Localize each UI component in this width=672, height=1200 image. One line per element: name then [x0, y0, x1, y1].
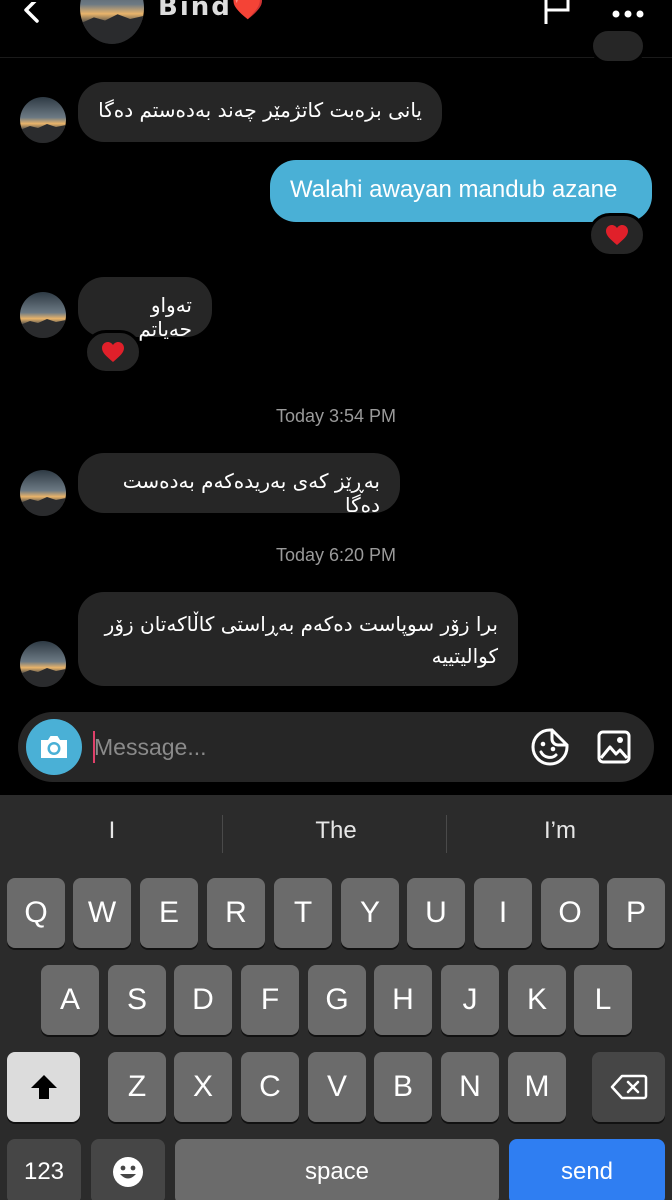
key[interactable]: U [407, 878, 465, 948]
camera-icon [41, 736, 67, 758]
message-composer [18, 712, 654, 782]
message-text: بەڕێز کەی بەریدەکەم بەدەست دەگا [122, 469, 380, 517]
heart-icon [605, 224, 629, 246]
avatar[interactable] [20, 641, 66, 687]
key[interactable]: B [374, 1052, 432, 1122]
gallery-icon[interactable] [596, 729, 632, 765]
message-text: یانی بزەبت کاتژمێر چەند بەدەستم دەگا [98, 98, 422, 122]
avatar[interactable] [20, 97, 66, 143]
contact-name-emoji: ❤️ [231, 0, 267, 22]
incoming-message[interactable]: برا زۆر سوپاست دەکەم بەڕاستی کاڵاکەتان ز… [78, 592, 518, 686]
key[interactable]: W [73, 878, 131, 948]
message-text: Walahi awayan mandub azane [290, 176, 618, 203]
suggestion-divider [222, 815, 223, 853]
key[interactable]: Q [7, 878, 65, 948]
key[interactable]: V [308, 1052, 366, 1122]
on-screen-keyboard: I The I’m Q W E R T Y U I O P A S D F G … [0, 795, 672, 1200]
chat-header: Bind❤️ [0, 0, 672, 58]
header-avatar[interactable] [80, 0, 144, 44]
chevron-left-icon[interactable] [20, 2, 50, 32]
backspace-icon [610, 1074, 647, 1100]
send-key[interactable]: send [509, 1139, 665, 1200]
incoming-message[interactable]: یانی بزەبت کاتژمێر چەند بەدەستم دەگا [78, 82, 442, 142]
suggestion-bar: I The I’m [0, 795, 672, 869]
message-input[interactable] [94, 726, 514, 768]
flag-icon[interactable] [540, 0, 576, 36]
key[interactable]: M [508, 1052, 566, 1122]
contact-name[interactable]: Bind❤️ [158, 0, 266, 22]
sticker-icon[interactable] [530, 727, 570, 767]
key[interactable]: A [41, 965, 99, 1035]
more-dots-icon[interactable] [610, 4, 646, 24]
key[interactable]: N [441, 1052, 499, 1122]
suggestion[interactable]: I’m [448, 817, 672, 845]
key[interactable]: X [174, 1052, 232, 1122]
key[interactable]: S [108, 965, 166, 1035]
key[interactable]: R [207, 878, 265, 948]
backspace-key[interactable] [592, 1052, 665, 1122]
incoming-message[interactable]: تەواو حەیاتم [78, 277, 212, 341]
heart-reaction[interactable] [84, 330, 142, 374]
numbers-key[interactable]: 123 [7, 1139, 81, 1200]
key[interactable]: L [574, 965, 632, 1035]
key[interactable]: G [308, 965, 366, 1035]
message-text: برا زۆر سوپاست دەکەم بەڕاستی کاڵاکەتان ز… [104, 612, 498, 668]
emoji-icon [113, 1157, 143, 1187]
camera-button[interactable] [26, 719, 82, 775]
key[interactable]: P [607, 878, 665, 948]
key[interactable]: Z [108, 1052, 166, 1122]
key[interactable]: I [474, 878, 532, 948]
key[interactable]: C [241, 1052, 299, 1122]
key[interactable]: O [541, 878, 599, 948]
emoji-key[interactable] [91, 1139, 165, 1200]
contact-name-text: Bind [158, 0, 232, 22]
key[interactable]: E [140, 878, 198, 948]
incoming-message[interactable]: بەڕێز کەی بەریدەکەم بەدەست دەگا [78, 453, 400, 517]
avatar[interactable] [20, 470, 66, 516]
heart-icon [101, 341, 125, 363]
key[interactable]: F [241, 965, 299, 1035]
suggestion[interactable]: I [0, 817, 224, 845]
key[interactable]: D [174, 965, 232, 1035]
message-text: تەواو حەیاتم [138, 293, 192, 341]
key[interactable]: T [274, 878, 332, 948]
key[interactable]: J [441, 965, 499, 1035]
timestamp: Today 3:54 PM [275, 406, 397, 426]
space-key[interactable]: space [175, 1139, 499, 1200]
outgoing-message[interactable]: Walahi awayan mandub azane [270, 160, 652, 222]
key[interactable]: K [508, 965, 566, 1035]
timestamp: Today 6:20 PM [275, 545, 397, 565]
heart-reaction[interactable] [588, 213, 646, 257]
suggestion[interactable]: The [224, 817, 448, 845]
suggestion-divider [446, 815, 447, 853]
key[interactable]: H [374, 965, 432, 1035]
key[interactable]: Y [341, 878, 399, 948]
reaction-chip-partial [590, 28, 646, 64]
shift-icon [30, 1075, 57, 1099]
shift-key[interactable] [7, 1052, 80, 1122]
avatar[interactable] [20, 292, 66, 338]
